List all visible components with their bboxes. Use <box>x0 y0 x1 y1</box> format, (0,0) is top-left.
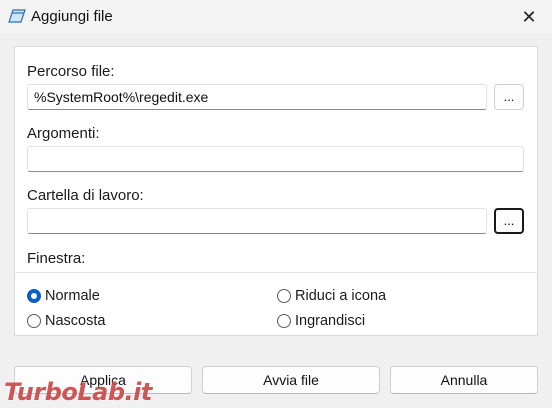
close-button[interactable]: ✕ <box>506 0 552 34</box>
divider <box>14 272 538 273</box>
window-title: Aggiungi file <box>31 8 113 25</box>
cancel-button[interactable]: Annulla <box>390 366 538 394</box>
radio-icon <box>27 314 41 328</box>
launch-file-button[interactable]: Avvia file <box>202 366 380 394</box>
window-mode-label: Finestra: <box>27 250 86 267</box>
radio-label: Ingrandisci <box>295 313 366 329</box>
radio-label: Nascosta <box>45 313 106 329</box>
working-dir-browse-button[interactable]: ... <box>494 208 524 234</box>
radio-label: Normale <box>45 288 100 304</box>
close-icon: ✕ <box>521 6 537 27</box>
file-path-input[interactable] <box>27 84 487 110</box>
radio-icon <box>27 289 41 303</box>
radio-label: Riduci a icona <box>295 288 387 304</box>
radio-ingrandisci[interactable]: Ingrandisci <box>277 313 365 329</box>
title-bar: Aggiungi file ✕ <box>0 0 552 34</box>
file-path-browse-button[interactable]: ... <box>494 84 524 110</box>
radio-riduci-a-icona[interactable]: Riduci a icona <box>277 288 386 304</box>
radio-icon <box>277 289 291 303</box>
window-icon <box>8 9 26 23</box>
arguments-label: Argomenti: <box>27 125 100 142</box>
working-dir-input[interactable] <box>27 208 487 234</box>
working-dir-label: Cartella di lavoro: <box>27 187 144 204</box>
radio-normale[interactable]: Normale <box>27 288 100 304</box>
radio-nascosta[interactable]: Nascosta <box>27 313 105 329</box>
apply-button[interactable]: Applica <box>14 366 192 394</box>
file-path-label: Percorso file: <box>27 63 115 80</box>
arguments-input[interactable] <box>27 146 524 172</box>
radio-icon <box>277 314 291 328</box>
